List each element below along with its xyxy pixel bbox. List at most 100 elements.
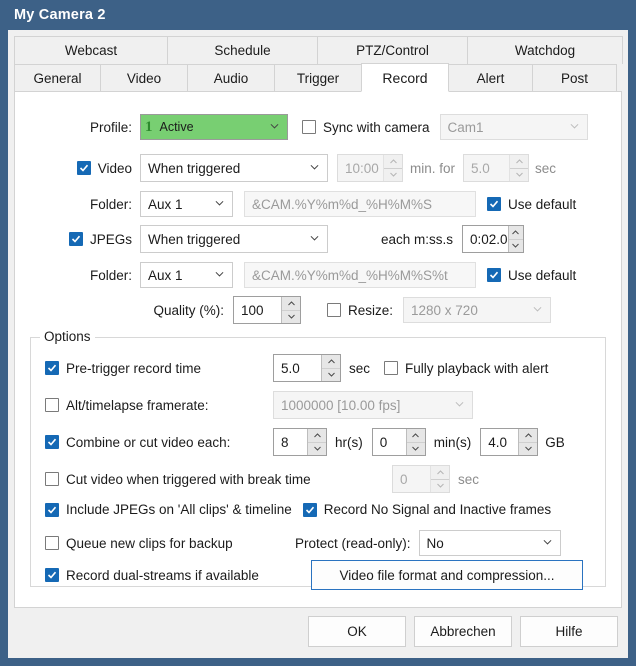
- tab-schedule[interactable]: Schedule: [167, 36, 318, 64]
- combine-label: Combine or cut video each:: [66, 434, 231, 450]
- spin-down-icon[interactable]: [510, 169, 528, 182]
- spin-up-icon[interactable]: [406, 429, 425, 443]
- chevron-down-icon: [570, 123, 578, 129]
- spin-down-icon[interactable]: [322, 369, 340, 382]
- combine-size-unit-label: GB: [545, 434, 565, 450]
- video-checkbox[interactable]: Video: [15, 161, 140, 176]
- spin-up-icon[interactable]: [510, 155, 529, 169]
- tab-alert[interactable]: Alert: [448, 64, 533, 92]
- resize-select[interactable]: 1280 x 720: [403, 297, 552, 323]
- spin-down-icon[interactable]: [519, 443, 537, 456]
- spin-down-icon[interactable]: [308, 443, 326, 456]
- combine-hours-value: 8: [281, 434, 289, 450]
- cut-break-spin-buttons[interactable]: [430, 466, 449, 492]
- include-jpegs-label: Include JPEGs on 'All clips' & timeline: [66, 502, 292, 517]
- combine-hours-spin-buttons[interactable]: [307, 429, 326, 455]
- tab-audio[interactable]: Audio: [187, 64, 275, 92]
- combine-size-value: 4.0: [488, 434, 508, 450]
- video-duration-spin-buttons[interactable]: [509, 155, 529, 182]
- profile-row: Profile: 1 Active Sync with camera Cam1: [15, 114, 621, 140]
- jpegs-each-value: 0:02.0: [470, 231, 508, 247]
- jpegs-each-spinner[interactable]: 0:02.0: [462, 225, 525, 253]
- spin-up-icon[interactable]: [508, 226, 524, 240]
- video-mode-select[interactable]: When triggered: [140, 154, 328, 182]
- spin-down-icon[interactable]: [384, 169, 402, 182]
- combine-size-spinner[interactable]: 4.0: [480, 428, 539, 456]
- dual-streams-checkbox[interactable]: Record dual-streams if available: [45, 568, 311, 583]
- fully-playback-checkbox[interactable]: Fully playback with alert: [384, 361, 548, 376]
- dialog-client-area: Webcast Schedule PTZ/Control Watchdog Ge…: [8, 30, 628, 658]
- tab-post-label: Post: [560, 70, 588, 86]
- video-duration-spinner[interactable]: 5.0: [463, 154, 530, 182]
- cut-break-spinner[interactable]: 0: [392, 465, 450, 493]
- jpegs-folder-select[interactable]: Aux 1: [140, 262, 233, 288]
- combine-hours-spinner[interactable]: 8: [273, 428, 327, 456]
- video-folder-path-input[interactable]: &CAM.%Y%m%d_%H%M%S: [244, 191, 476, 217]
- spin-up-icon[interactable]: [431, 466, 449, 480]
- spin-up-icon[interactable]: [519, 429, 538, 443]
- video-format-button[interactable]: Video file format and compression...: [311, 560, 583, 590]
- cut-break-label: Cut video when triggered with break time: [66, 471, 311, 487]
- tab-alert-label: Alert: [476, 70, 505, 86]
- jpegs-row: JPEGs When triggered each m:ss.s 0:02.0: [15, 225, 621, 253]
- jpegs-folder-path-input[interactable]: &CAM.%Y%m%d_%H%M%S%t: [244, 262, 476, 288]
- ok-button[interactable]: OK: [308, 616, 406, 647]
- alt-framerate-label: Alt/timelapse framerate:: [66, 397, 209, 413]
- jpegs-mode-select[interactable]: When triggered: [140, 225, 328, 253]
- tab-watchdog[interactable]: Watchdog: [467, 36, 623, 64]
- pretrigger-checkbox[interactable]: Pre-trigger record time: [45, 361, 273, 376]
- quality-spin-buttons[interactable]: [281, 297, 300, 323]
- help-button[interactable]: Hilfe: [520, 616, 618, 647]
- spin-down-icon[interactable]: [509, 240, 523, 253]
- camera-select[interactable]: Cam1: [439, 114, 588, 140]
- tab-webcast-label: Webcast: [64, 43, 118, 58]
- video-mode-value: When triggered: [148, 160, 241, 176]
- spin-up-icon[interactable]: [384, 155, 402, 169]
- queue-backup-label: Queue new clips for backup: [66, 535, 233, 551]
- alt-framerate-checkbox[interactable]: Alt/timelapse framerate:: [45, 398, 273, 413]
- spin-up-icon[interactable]: [322, 355, 340, 369]
- tab-general[interactable]: General: [14, 64, 101, 92]
- combine-size-spin-buttons[interactable]: [518, 429, 538, 456]
- ok-button-label: OK: [347, 624, 367, 639]
- quality-spinner[interactable]: 100: [233, 296, 301, 324]
- spin-down-icon[interactable]: [407, 443, 425, 456]
- include-jpegs-checkbox[interactable]: Include JPEGs on 'All clips' & timeline: [45, 502, 292, 517]
- pretrigger-label: Pre-trigger record time: [66, 360, 202, 376]
- tab-webcast[interactable]: Webcast: [14, 36, 168, 64]
- tab-post[interactable]: Post: [532, 64, 617, 92]
- profile-select[interactable]: 1 Active: [140, 114, 288, 140]
- spin-down-icon[interactable]: [282, 311, 300, 324]
- cancel-button[interactable]: Abbrechen: [414, 616, 512, 647]
- tab-ptz-control[interactable]: PTZ/Control: [317, 36, 468, 64]
- pretrigger-spinner[interactable]: 5.0: [273, 354, 341, 382]
- jpegs-checkbox[interactable]: JPEGs: [15, 232, 140, 247]
- tab-video[interactable]: Video: [100, 64, 188, 92]
- video-use-default-checkbox[interactable]: Use default: [487, 197, 576, 212]
- spin-up-icon[interactable]: [308, 429, 326, 443]
- tab-video-label: Video: [126, 70, 162, 86]
- alt-framerate-select[interactable]: 1000000 [10.00 fps]: [273, 391, 473, 419]
- resize-checkbox[interactable]: Resize:: [327, 303, 393, 318]
- combine-checkbox[interactable]: Combine or cut video each:: [45, 435, 273, 450]
- sync-with-camera-label: Sync with camera: [323, 119, 430, 135]
- jpegs-use-default-checkbox[interactable]: Use default: [487, 268, 576, 283]
- pretrigger-spin-buttons[interactable]: [321, 355, 340, 381]
- video-time-spinner[interactable]: 10:00: [337, 154, 403, 182]
- cut-break-checkbox[interactable]: Cut video when triggered with break time: [45, 472, 392, 487]
- video-duration-value: 5.0: [471, 160, 490, 176]
- combine-minutes-spin-buttons[interactable]: [405, 429, 425, 456]
- video-folder-select[interactable]: Aux 1: [140, 191, 233, 217]
- record-nosignal-checkbox[interactable]: Record No Signal and Inactive frames: [302, 502, 551, 517]
- protect-select[interactable]: No: [418, 530, 561, 556]
- check-icon: [489, 200, 499, 208]
- tab-trigger[interactable]: Trigger: [274, 64, 362, 92]
- video-time-spin-buttons[interactable]: [383, 155, 402, 181]
- tab-record[interactable]: Record: [361, 63, 449, 92]
- spin-up-icon[interactable]: [282, 297, 300, 311]
- queue-backup-checkbox[interactable]: Queue new clips for backup: [45, 536, 295, 551]
- combine-minutes-spinner[interactable]: 0: [371, 428, 426, 456]
- sync-with-camera-checkbox[interactable]: Sync with camera: [302, 120, 430, 135]
- spin-down-icon[interactable]: [431, 480, 449, 493]
- jpegs-each-spin-buttons[interactable]: [507, 226, 524, 253]
